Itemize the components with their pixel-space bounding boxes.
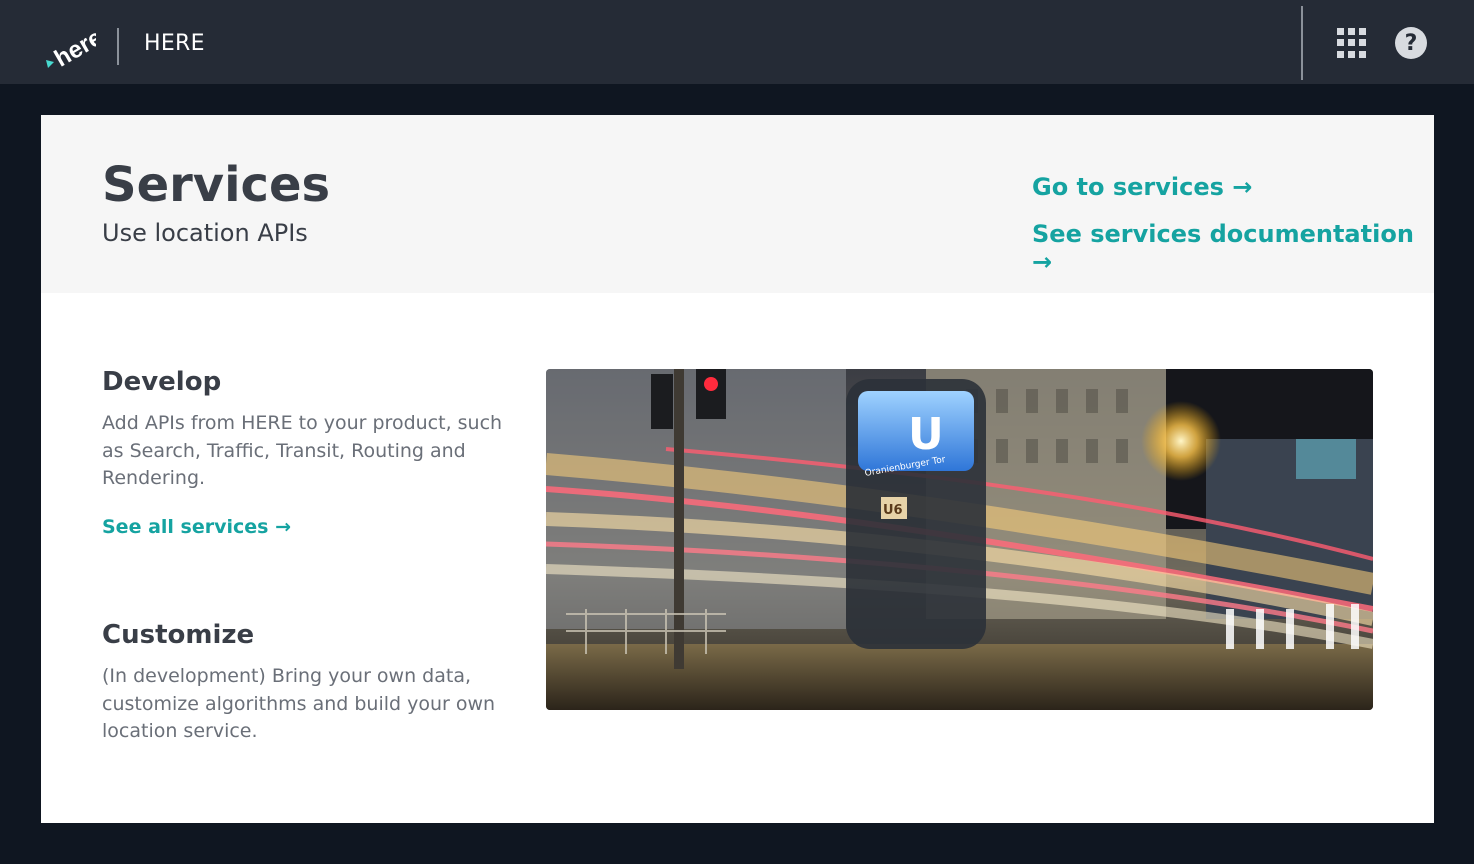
- services-card: Services Use location APIs Go to service…: [41, 115, 1434, 823]
- ubahn-sign-letter: U: [908, 409, 944, 460]
- city-night-photo: U Oranienburger Tor U6: [546, 369, 1373, 710]
- top-navigation-bar: here HERE ?: [0, 0, 1474, 84]
- page-subtitle: Use location APIs: [102, 219, 308, 247]
- services-documentation-link[interactable]: See services documentation →: [1032, 220, 1434, 276]
- develop-heading: Develop: [102, 367, 222, 397]
- logo-divider: [117, 28, 119, 65]
- brand-label: HERE: [144, 31, 205, 56]
- here-logo-text: here: [50, 24, 96, 70]
- toolbar-divider: [1301, 6, 1303, 80]
- apps-grid-icon[interactable]: [1337, 28, 1367, 58]
- go-to-services-link[interactable]: Go to services →: [1032, 173, 1252, 201]
- customize-heading: Customize: [102, 620, 255, 650]
- card-header: Services Use location APIs Go to service…: [41, 115, 1434, 293]
- here-logo[interactable]: here: [44, 22, 107, 73]
- develop-description: Add APIs from HERE to your product, such…: [102, 412, 503, 489]
- see-all-services-link[interactable]: See all services →: [102, 516, 291, 538]
- page-title: Services: [102, 157, 331, 213]
- ubahn-line-label: U6: [883, 503, 903, 518]
- customize-description: (In development) Bring your own data, cu…: [102, 665, 496, 742]
- help-icon[interactable]: ?: [1395, 27, 1427, 59]
